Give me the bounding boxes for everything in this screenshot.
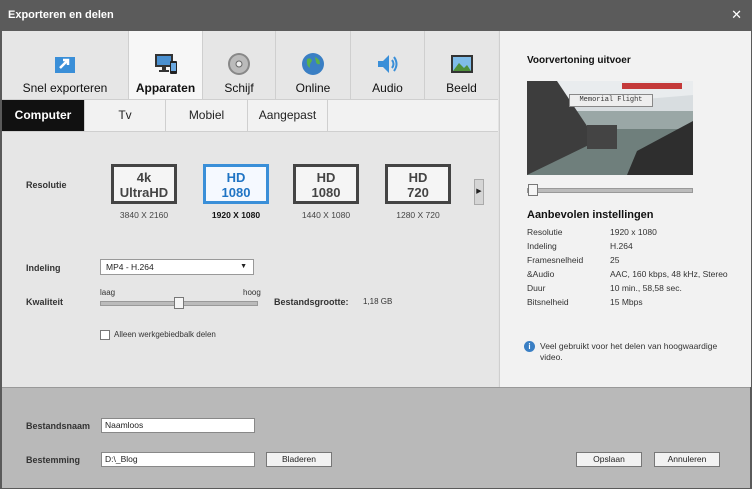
export-dialog: Exporteren en delen ✕ Snel exporteren Ap…	[0, 0, 752, 489]
tab-audio[interactable]: Audio	[351, 31, 425, 99]
resolution-option-1920[interactable]: HD 1080	[203, 164, 269, 204]
tab-devices[interactable]: Apparaten	[129, 31, 203, 99]
destination-input[interactable]: D:\_Blog	[101, 452, 255, 467]
res-line2: 1080	[221, 185, 251, 200]
globe-icon	[302, 53, 324, 75]
preview-title: Voorvertoning uitvoer	[527, 55, 631, 66]
res-line2: 1080	[311, 185, 341, 200]
destination-label: Bestemming	[26, 455, 81, 465]
tab-tv[interactable]: Tv	[85, 100, 166, 131]
setting-value: AAC, 160 kbps, 48 kHz, Stereo	[610, 269, 728, 279]
res-line1: HD	[226, 170, 246, 185]
setting-key: Duur	[527, 283, 546, 293]
tab-custom[interactable]: Aangepast	[248, 100, 328, 131]
format-select[interactable]: MP4 - H.264 ▼	[100, 259, 254, 275]
filesize-label: Bestandsgrootte:	[274, 297, 349, 307]
res-line2: UltraHD	[119, 185, 169, 200]
quality-high-label: hoog	[243, 288, 261, 297]
setting-key: &Audio	[527, 269, 555, 279]
devices-icon	[154, 54, 177, 74]
filename-input[interactable]: Naamloos	[101, 418, 255, 433]
res-line1: HD	[408, 170, 428, 185]
setting-value: 1920 x 1080	[610, 227, 657, 237]
preview-overlay-text: Memorial Flight	[569, 94, 653, 107]
scroll-right-icon[interactable]: ▶	[474, 179, 484, 205]
cancel-button[interactable]: Annuleren	[654, 452, 720, 467]
tab-computer[interactable]: Computer	[2, 100, 85, 131]
image-icon	[450, 55, 473, 73]
workarea-checkbox[interactable]	[100, 330, 110, 340]
quality-low-label: laag	[100, 288, 116, 297]
tab-quick-export[interactable]: Snel exporteren	[2, 31, 129, 99]
res-size: 3840 X 2160	[119, 210, 169, 220]
resolution-option-4k[interactable]: 4k UltraHD	[111, 164, 177, 204]
resolution-option-720[interactable]: HD 720	[385, 164, 451, 204]
setting-key: Indeling	[527, 241, 557, 251]
quality-label: Kwaliteit	[26, 297, 64, 307]
res-size: 1920 X 1080	[211, 210, 261, 220]
setting-value: 10 min., 58,58 sec.	[610, 283, 682, 293]
format-value: MP4 - H.264	[106, 262, 154, 272]
window-title: Exporteren en delen	[8, 9, 114, 21]
info-icon: i	[524, 341, 535, 352]
disc-icon	[228, 53, 250, 75]
preview-image: Memorial Flight	[527, 81, 693, 175]
tab-label: Schijf	[224, 81, 254, 95]
save-button[interactable]: Opslaan	[576, 452, 642, 467]
setting-key: Bitsnelheid	[527, 297, 569, 307]
tab-image[interactable]: Beeld	[425, 31, 498, 99]
recommended-title: Aanbevolen instellingen	[527, 209, 654, 221]
preview-pane: Voorvertoning uitvoer Memorial Flight Aa…	[499, 31, 751, 387]
res-size: 1440 X 1080	[301, 210, 351, 220]
close-icon[interactable]: ✕	[731, 7, 742, 23]
setting-value: 25	[610, 255, 620, 265]
res-line1: 4k	[136, 170, 152, 185]
filename-label: Bestandsnaam	[26, 421, 91, 431]
workarea-checkbox-label: Alleen werkgebiedbalk delen	[114, 330, 216, 339]
device-subtabs: Computer Tv Mobiel Aangepast	[2, 100, 498, 132]
dialog-content: Snel exporteren Apparaten Schijf Online …	[2, 31, 751, 488]
setting-key: Resolutie	[527, 227, 563, 237]
tab-label: Apparaten	[135, 81, 196, 95]
title-bar: Exporteren en delen ✕	[0, 0, 752, 31]
info-text: Veel gebruikt voor het delen van hoogwaa…	[540, 341, 718, 362]
res-size: 1280 X 720	[396, 210, 440, 220]
tab-label: Audio	[372, 81, 403, 95]
tab-label: Beeld	[446, 81, 477, 95]
res-line2: 720	[407, 185, 429, 200]
resolution-option-1440[interactable]: HD 1080	[293, 164, 359, 204]
preview-scrubber-thumb[interactable]	[528, 184, 538, 196]
resolution-label: Resolutie	[26, 180, 67, 190]
settings-pane: Resolutie 4k UltraHD 3840 X 2160 HD 1080…	[2, 132, 498, 387]
res-line1: HD	[316, 170, 336, 185]
tab-label: Online	[295, 81, 331, 95]
setting-key: Framesnelheid	[527, 255, 584, 265]
format-label: Indeling	[26, 263, 61, 273]
quality-slider[interactable]	[100, 297, 258, 309]
chevron-down-icon: ▼	[240, 263, 247, 270]
output-bar: Bestandsnaam Naamloos Bestemming D:\_Blo…	[2, 387, 750, 488]
tab-label: Snel exporteren	[22, 81, 108, 95]
setting-value: 15 Mbps	[610, 297, 643, 307]
tab-mobile[interactable]: Mobiel	[166, 100, 248, 131]
speaker-icon	[377, 55, 397, 73]
tab-disc[interactable]: Schijf	[203, 31, 276, 99]
quick-export-icon	[55, 57, 75, 73]
preview-scrubber[interactable]	[527, 184, 693, 196]
quality-slider-thumb[interactable]	[174, 297, 184, 309]
setting-value: H.264	[610, 241, 633, 251]
category-tabs: Snel exporteren Apparaten Schijf Online …	[2, 31, 498, 100]
filesize-value: 1,18 GB	[363, 297, 393, 306]
tab-online[interactable]: Online	[276, 31, 351, 99]
browse-button[interactable]: Bladeren	[266, 452, 332, 467]
